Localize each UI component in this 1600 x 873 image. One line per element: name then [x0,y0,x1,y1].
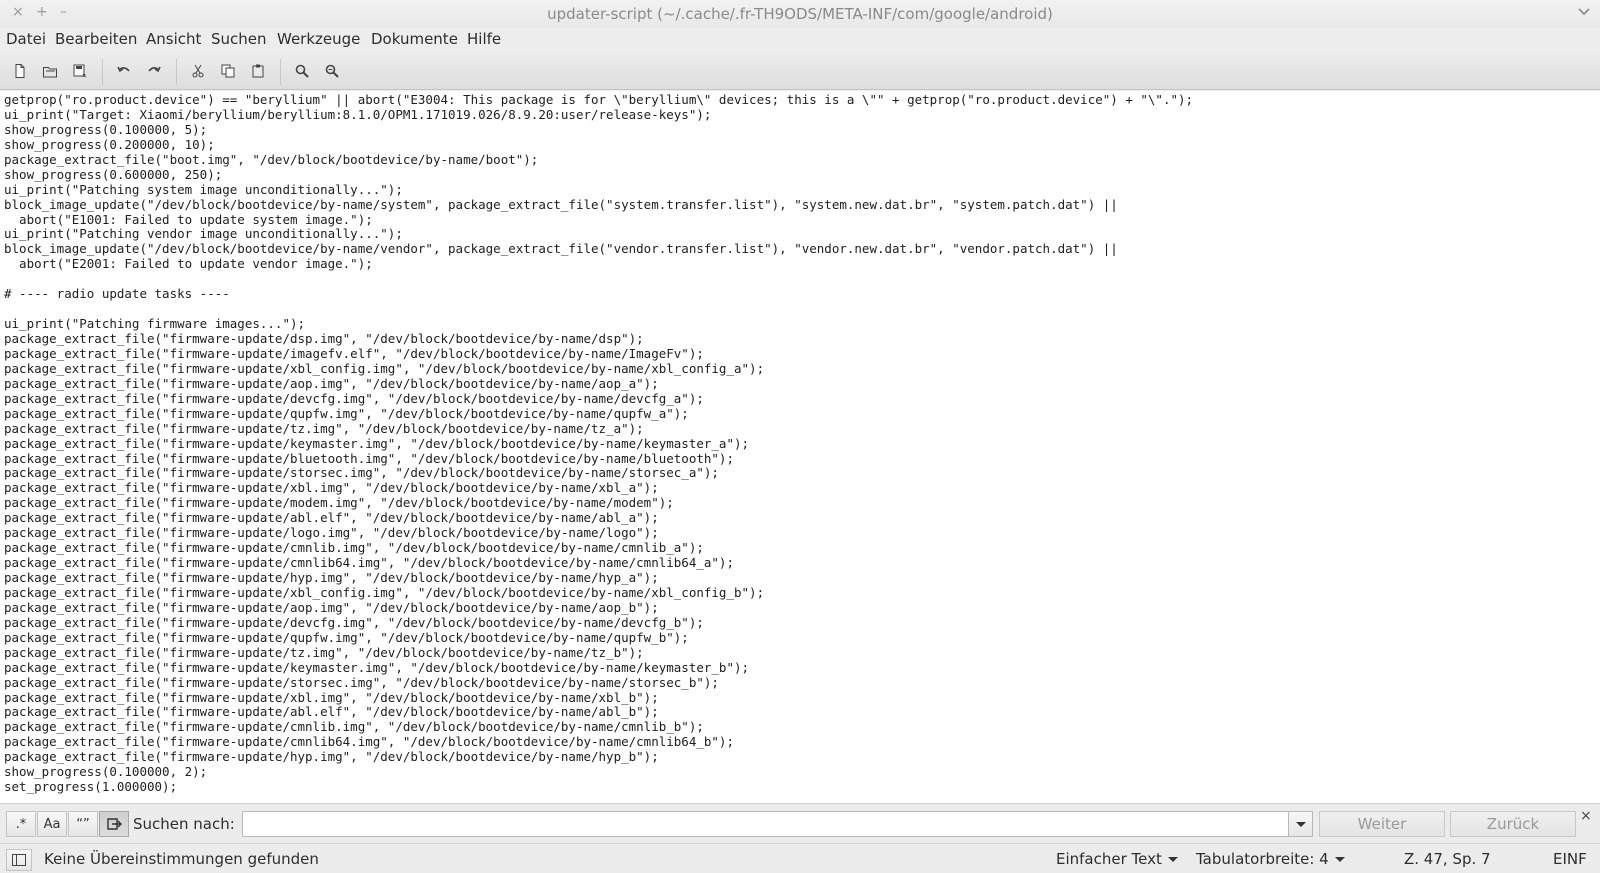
code-line[interactable]: package_extract_file("firmware-update/im… [4,346,1600,362]
menu-suchen[interactable]: Suchen [211,28,267,54]
code-line[interactable]: package_extract_file("firmware-update/st… [4,465,1600,481]
match-case-toggle[interactable]: Aa [37,811,67,837]
search-bar: .* Aa “” Suchen nach: Weiter Zurück × [0,803,1600,843]
code-line[interactable]: package_extract_file("firmware-update/de… [4,615,1600,631]
menu-hilfe[interactable]: Hilfe [467,28,501,54]
chevron-down-icon [1334,857,1345,862]
code-line[interactable]: show_progress(0.100000, 5); [4,122,1600,138]
code-line[interactable]: package_extract_file("firmware-update/xb… [4,690,1600,706]
code-line[interactable]: ui_print("Patching vendor image uncondit… [4,226,1600,242]
code-line[interactable]: package_extract_file("boot.img", "/dev/b… [4,152,1600,168]
status-message: Keine Übereinstimmungen gefunden [44,850,319,868]
save-as-icon[interactable] [68,59,92,83]
code-line[interactable]: package_extract_file("firmware-update/qu… [4,406,1600,422]
syntax-selector[interactable]: Einfacher Text [1056,850,1178,868]
syntax-label: Einfacher Text [1056,850,1162,868]
code-line[interactable]: ui_print("Target: Xiaomi/beryllium/beryl… [4,107,1600,123]
code-line[interactable]: package_extract_file("firmware-update/ds… [4,331,1600,347]
tab-width-selector[interactable]: Tabulatorbreite: 4 [1196,850,1345,868]
code-line[interactable] [4,302,1600,317]
find-icon[interactable] [290,59,314,83]
code-line[interactable]: package_extract_file("firmware-update/cm… [4,719,1600,735]
code-line[interactable]: abort("E2001: Failed to update vendor im… [4,256,1600,272]
code-line[interactable]: package_extract_file("firmware-update/st… [4,675,1600,691]
side-panel-toggle[interactable] [6,849,32,871]
code-line[interactable]: package_extract_file("firmware-update/tz… [4,421,1600,437]
toolbar [0,54,1600,90]
whole-word-toggle[interactable]: “” [68,811,98,837]
wrap-around-toggle[interactable] [99,811,129,837]
open-document-icon[interactable] [38,59,62,83]
code-line[interactable]: package_extract_file("firmware-update/xb… [4,480,1600,496]
window-title: updater-script (~/.cache/.fr-TH9ODS/META… [547,5,1053,23]
code-line[interactable]: package_extract_file("firmware-update/xb… [4,361,1600,377]
menu-dokumente[interactable]: Dokumente [371,28,458,54]
code-line[interactable]: package_extract_file("firmware-update/hy… [4,570,1600,586]
insert-mode: EINF [1553,850,1587,868]
menu-bar: Datei Bearbeiten Ansicht Suchen Werkzeug… [0,28,1600,54]
code-line[interactable]: package_extract_file("firmware-update/hy… [4,749,1600,765]
code-line[interactable]: package_extract_file("firmware-update/cm… [4,540,1600,556]
wrap-around-icon [107,818,122,830]
code-line[interactable]: block_image_update("/dev/block/bootdevic… [4,197,1600,213]
code-line[interactable]: set_progress(1.000000); [4,779,1600,795]
code-line[interactable]: package_extract_file("firmware-update/ke… [4,660,1600,676]
code-line[interactable]: package_extract_file("firmware-update/qu… [4,630,1600,646]
text-editor[interactable]: getprop("ro.product.device") == "berylli… [0,91,1600,803]
code-line[interactable]: package_extract_file("firmware-update/lo… [4,525,1600,541]
toolbar-separator [176,59,177,85]
code-line[interactable]: package_extract_file("firmware-update/mo… [4,495,1600,511]
undo-icon[interactable] [112,59,136,83]
menu-bearbeiten[interactable]: Bearbeiten [55,28,137,54]
close-search-icon[interactable]: × [1580,808,1592,824]
search-history-dropdown[interactable] [1288,811,1313,837]
copy-icon[interactable] [216,59,240,83]
code-content[interactable]: getprop("ro.product.device") == "berylli… [0,91,1600,795]
code-line[interactable]: package_extract_file("firmware-update/xb… [4,585,1600,601]
menu-datei[interactable]: Datei [6,28,46,54]
title-bar: × + – updater-script (~/.cache/.fr-TH9OD… [0,0,1600,28]
redo-icon[interactable] [142,59,166,83]
code-line[interactable]: package_extract_file("firmware-update/ao… [4,600,1600,616]
code-line[interactable]: package_extract_file("firmware-update/ao… [4,376,1600,392]
search-label: Suchen nach: [133,815,235,833]
code-line[interactable]: package_extract_file("firmware-update/tz… [4,645,1600,661]
code-line[interactable]: package_extract_file("firmware-update/ke… [4,436,1600,452]
code-line[interactable]: show_progress(0.100000, 2); [4,764,1600,780]
new-document-icon[interactable] [8,59,32,83]
code-line[interactable]: # ---- radio update tasks ---- [4,286,1600,302]
chevron-down-icon[interactable] [1578,6,1590,19]
cut-icon[interactable] [186,59,210,83]
side-panel-icon [12,854,26,866]
code-line[interactable]: abort("E1001: Failed to update system im… [4,212,1600,228]
cursor-position: Z. 47, Sp. 7 [1404,850,1491,868]
status-bar: Keine Übereinstimmungen gefunden Einfach… [0,843,1600,873]
code-line[interactable]: package_extract_file("firmware-update/de… [4,391,1600,407]
find-replace-icon[interactable] [320,59,344,83]
code-line[interactable]: show_progress(0.200000, 10); [4,137,1600,153]
toolbar-separator [102,59,103,85]
code-line[interactable] [4,272,1600,287]
code-line[interactable]: show_progress(0.600000, 250); [4,167,1600,183]
menu-ansicht[interactable]: Ansicht [146,28,201,54]
search-input[interactable] [242,811,1288,837]
code-line[interactable]: package_extract_file("firmware-update/ab… [4,510,1600,526]
toolbar-separator [280,59,281,85]
paste-icon[interactable] [246,59,270,83]
regex-toggle[interactable]: .* [6,811,36,837]
code-line[interactable]: package_extract_file("firmware-update/cm… [4,555,1600,571]
code-line[interactable]: ui_print("Patching firmware images..."); [4,316,1600,332]
code-line[interactable]: package_extract_file("firmware-update/bl… [4,451,1600,467]
code-line[interactable]: ui_print("Patching system image uncondit… [4,182,1600,198]
tab-width-label: Tabulatorbreite: 4 [1196,850,1329,868]
menu-werkzeuge[interactable]: Werkzeuge [277,28,360,54]
code-line[interactable]: package_extract_file("firmware-update/cm… [4,734,1600,750]
chevron-down-icon [1295,821,1306,827]
chevron-down-icon [1167,857,1178,862]
code-line[interactable]: package_extract_file("firmware-update/ab… [4,704,1600,720]
code-line[interactable]: getprop("ro.product.device") == "berylli… [4,92,1600,108]
find-previous-button[interactable]: Zurück [1450,811,1576,837]
code-line[interactable]: block_image_update("/dev/block/bootdevic… [4,241,1600,257]
find-next-button[interactable]: Weiter [1319,811,1445,837]
